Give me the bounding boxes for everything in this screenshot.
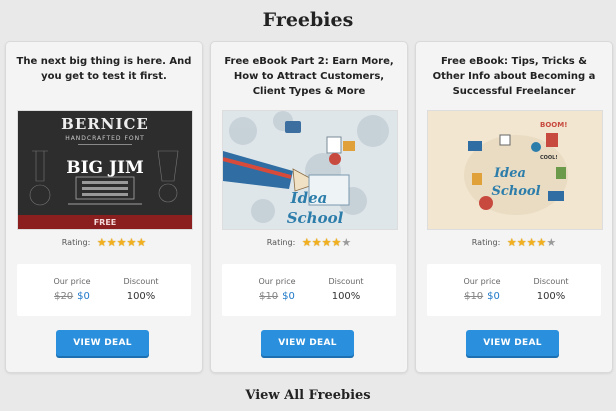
deal-thumbnail-font[interactable]: BERNICE HANDCRAFTED FONT BIG JIM FREE (17, 110, 193, 230)
star-icon: ★ (536, 236, 547, 249)
rating-label: Rating: (471, 238, 501, 247)
star-icon: ★ (331, 236, 342, 249)
discount-value: 100% (331, 291, 361, 302)
svg-text:Idea: Idea (493, 166, 526, 181)
rating-stars: ★★★★★ (507, 237, 556, 248)
rating: Rating: ★★★★★ (416, 237, 612, 248)
svg-text:BOOM!: BOOM! (540, 121, 567, 129)
view-deal-button[interactable]: VIEW DEAL (261, 330, 354, 356)
freebies-grid: The next big thing is here. And you get … (5, 41, 613, 373)
view-deal-button[interactable]: VIEW DEAL (466, 330, 559, 356)
price-column: Our price $10 $0 (252, 277, 302, 302)
svg-text:School: School (287, 209, 344, 227)
star-icon: ★ (321, 236, 332, 249)
svg-text:BIG JIM: BIG JIM (66, 158, 144, 178)
discount-value: 100% (126, 291, 156, 302)
ebook-cover-image: BOOM! Idea School COOL! (428, 111, 602, 229)
star-icon: ★ (116, 236, 127, 249)
new-price: $0 (487, 291, 500, 302)
price-box: Our price $10 $0 Discount 100% (427, 264, 601, 316)
svg-text:BERNICE: BERNICE (61, 115, 149, 133)
price-label: Our price (53, 277, 91, 286)
star-icon: ★ (526, 236, 537, 249)
rating-label: Rating: (61, 238, 91, 247)
star-icon: ★ (96, 236, 107, 249)
deal-thumbnail-ebook[interactable]: BOOM! Idea School COOL! (427, 110, 603, 230)
discount-column: Discount 100% (316, 277, 376, 302)
star-icon: ★ (136, 236, 147, 249)
star-icon: ★ (516, 236, 527, 249)
new-price: $0 (282, 291, 295, 302)
price-box: Our price $20 $0 Discount 100% (17, 264, 191, 316)
discount-label: Discount (533, 277, 569, 286)
price-label: Our price (258, 277, 296, 286)
rating: Rating: ★★★★★ (211, 237, 407, 248)
svg-text:HANDCRAFTED FONT: HANDCRAFTED FONT (65, 135, 145, 142)
rating-stars: ★★★★★ (302, 237, 351, 248)
old-price: $10 (259, 291, 279, 302)
rating: Rating: ★★★★★ (6, 237, 202, 248)
price-label: Our price (463, 277, 501, 286)
price-column: Our price $10 $0 (457, 277, 507, 302)
price-column: Our price $20 $0 (47, 277, 97, 302)
svg-text:School: School (491, 184, 540, 199)
view-deal-button[interactable]: VIEW DEAL (56, 330, 149, 356)
discount-value: 100% (536, 291, 566, 302)
svg-text:Idea: Idea (290, 189, 328, 207)
star-icon: ★ (106, 236, 117, 249)
rating-label: Rating: (266, 238, 296, 247)
deal-card: Free eBook Part 2: Earn More, How to Att… (210, 41, 408, 373)
new-price: $0 (77, 291, 90, 302)
old-price: $10 (464, 291, 484, 302)
discount-column: Discount 100% (111, 277, 171, 302)
star-empty-icon: ★ (546, 236, 557, 249)
star-icon: ★ (311, 236, 322, 249)
rating-stars: ★★★★★ (97, 237, 146, 248)
page-title: Freebies (262, 9, 354, 31)
old-price: $20 (54, 291, 74, 302)
ebook-cover-image: Idea School (223, 111, 397, 229)
svg-text:FREE: FREE (94, 218, 117, 227)
deal-card: Free eBook: Tips, Tricks & Other Info ab… (415, 41, 613, 373)
discount-label: Discount (123, 277, 159, 286)
star-icon: ★ (301, 236, 312, 249)
deal-title[interactable]: Free eBook Part 2: Earn More, How to Att… (221, 54, 397, 99)
discount-label: Discount (328, 277, 364, 286)
deal-card: The next big thing is here. And you get … (5, 41, 203, 373)
star-icon: ★ (126, 236, 137, 249)
deal-title[interactable]: The next big thing is here. And you get … (16, 54, 192, 84)
deal-thumbnail-ebook[interactable]: Idea School (222, 110, 398, 230)
star-empty-icon: ★ (341, 236, 352, 249)
star-icon: ★ (506, 236, 517, 249)
view-all-freebies-link[interactable]: View All Freebies (0, 388, 616, 403)
deal-title[interactable]: Free eBook: Tips, Tricks & Other Info ab… (426, 54, 602, 99)
discount-column: Discount 100% (521, 277, 581, 302)
price-box: Our price $10 $0 Discount 100% (222, 264, 396, 316)
font-preview-image: BERNICE HANDCRAFTED FONT BIG JIM FREE (18, 111, 192, 229)
svg-text:COOL!: COOL! (540, 155, 558, 161)
